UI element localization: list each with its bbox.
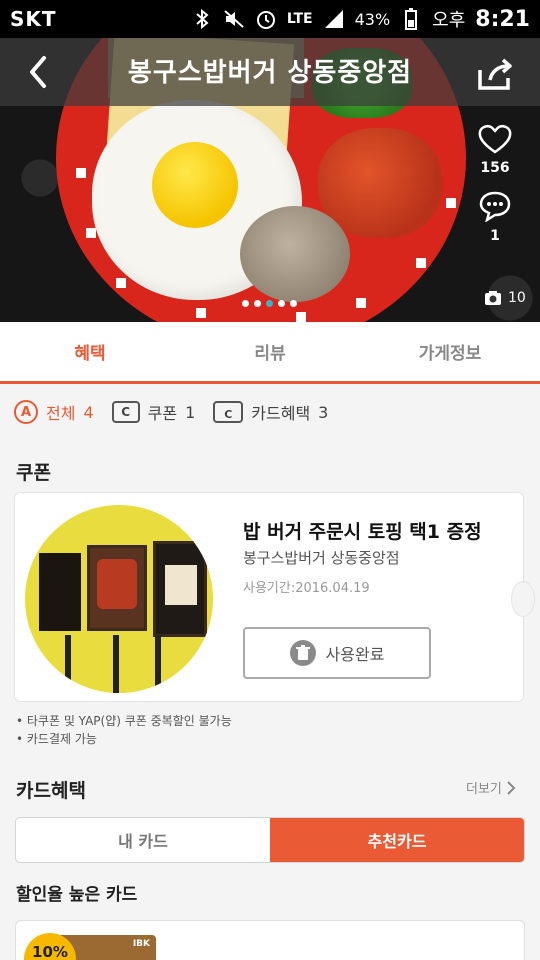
segment-recommended-card[interactable]: 추천카드 [270,818,524,862]
coupon-used-label: 사용완료 [325,645,385,664]
store-title: 봉구스밥버거 상동중앙점 [127,58,413,88]
filter-all[interactable]: A 전체 4 [14,400,94,424]
carrier-label: SKT [10,7,57,31]
bluetooth-icon [191,8,213,30]
coupon-note: • 카드결제 가능 [16,732,97,746]
filter-coupon[interactable]: C 쿠폰 1 [111,400,196,424]
photo-count-label: 10 [508,290,526,306]
all-badge-icon: A [14,400,38,424]
tab-benefits[interactable]: 혜택 [0,322,180,381]
camera-icon [485,291,501,305]
store-interior-photo [25,505,213,693]
filter-coupon-label: 쿠폰 [147,404,178,423]
carousel-indicator [242,300,297,307]
network-type: LTE [286,11,313,27]
like-count: 156 [480,160,510,176]
kimchi [318,128,442,238]
comment-button[interactable]: 1 [470,190,520,244]
status-bar: SKT LTE 43% 오후 8:21 [0,0,540,38]
recommended-card-item[interactable]: 10% IBK [15,920,525,960]
photo-count-button[interactable]: 10 [484,290,526,306]
comment-count: 1 [490,228,500,244]
coupon-period: 사용기간:2016.04.19 [243,581,370,596]
carousel-dot[interactable] [254,300,261,307]
carousel-dot[interactable] [290,300,297,307]
egg-yolk [152,142,238,228]
chevron-right-icon [507,780,516,795]
clock-time: 8:21 [475,6,530,32]
benefit-filters: A 전체 4 C 쿠폰 1 C 카드혜택 3 [14,400,328,424]
more-label: 더보기 [466,782,502,797]
trash-icon [289,640,316,666]
filter-all-count: 4 [83,402,94,422]
mute-icon [223,8,245,30]
high-discount-title: 할인율 높은 카드 [16,885,138,905]
tuna-mix [240,206,350,302]
heart-icon [478,124,512,154]
share-button[interactable] [476,56,516,92]
card-section-title: 카드혜택 [16,780,86,802]
filter-card-count: 3 [318,402,329,422]
card-brand: IBK [132,939,150,949]
segment-my-card[interactable]: 내 카드 [16,818,270,862]
speech-bubble-icon [479,191,511,223]
coupon-notes: • 타쿠폰 및 YAP(얍) 쿠폰 중복할인 불가능 • 카드결제 가능 [16,712,232,748]
carousel-dot[interactable] [278,300,285,307]
share-icon [478,58,512,90]
battery-percent: 43% [354,9,391,29]
store-tabs: 혜택 리뷰 가게정보 [0,322,540,384]
card-icon: C [213,401,244,423]
tab-store-info[interactable]: 가게정보 [360,322,540,381]
signal-icon [323,8,345,30]
battery-icon [400,8,422,30]
ampm-label: 오후 [432,10,466,31]
alarm-icon [255,8,277,30]
coupon-section-title: 쿠폰 [16,462,51,484]
coupon-used-button[interactable]: 사용완료 [243,627,431,679]
tab-reviews[interactable]: 리뷰 [180,322,360,381]
coupon-title: 밥 버거 주문시 토핑 택1 증정 [243,521,482,543]
carousel-dot[interactable] [242,300,249,307]
coupon-card[interactable]: 밥 버거 주문시 토핑 택1 증정 봉구스밥버거 상동중앙점 사용기간:2016… [14,492,535,702]
coupon-notch [511,581,535,617]
more-link[interactable]: 더보기 [466,778,516,797]
filter-card[interactable]: C 카드혜택 3 [213,400,328,424]
coupon-icon: C [111,401,140,423]
like-button[interactable]: 156 [470,124,520,176]
coupon-store-name: 봉구스밥버거 상동중앙점 [243,549,400,567]
carousel-dot[interactable] [266,300,273,307]
coupon-note: • 타쿠폰 및 YAP(얍) 쿠폰 중복할인 불가능 [16,714,232,728]
store-photo-carousel[interactable]: 봉구스밥버거 상동중앙점 156 1 10 [0,38,540,322]
filter-all-label: 전체 [46,404,76,423]
filter-card-label: 카드혜택 [251,404,311,423]
filter-coupon-count: 1 [185,402,196,422]
card-segment-control: 내 카드 추천카드 [15,817,525,863]
